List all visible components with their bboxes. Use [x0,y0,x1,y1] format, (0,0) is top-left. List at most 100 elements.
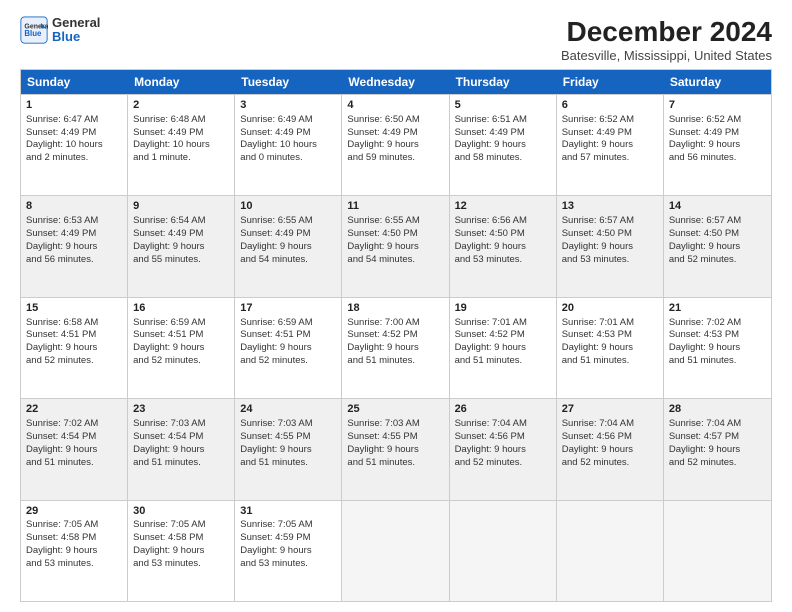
day-info: Sunrise: 6:52 AMSunset: 4:49 PMDaylight:… [562,114,658,165]
calendar-body: 1Sunrise: 6:47 AMSunset: 4:49 PMDaylight… [21,94,771,601]
calendar-cell: 18Sunrise: 7:00 AMSunset: 4:52 PMDayligh… [342,298,449,398]
weekday-header-friday: Friday [557,70,664,94]
calendar-cell: 30Sunrise: 7:05 AMSunset: 4:58 PMDayligh… [128,501,235,601]
day-info: Sunrise: 7:00 AMSunset: 4:52 PMDaylight:… [347,317,443,368]
day-number: 27 [562,402,658,417]
logo-general: General [52,16,100,30]
calendar-cell: 14Sunrise: 6:57 AMSunset: 4:50 PMDayligh… [664,196,771,296]
calendar-header: SundayMondayTuesdayWednesdayThursdayFrid… [21,70,771,94]
day-info: Sunrise: 7:03 AMSunset: 4:55 PMDaylight:… [240,418,336,469]
weekday-header-tuesday: Tuesday [235,70,342,94]
day-info: Sunrise: 7:03 AMSunset: 4:55 PMDaylight:… [347,418,443,469]
logo-blue: Blue [52,30,100,44]
calendar-row-3: 22Sunrise: 7:02 AMSunset: 4:54 PMDayligh… [21,398,771,499]
day-number: 22 [26,402,122,417]
day-number: 25 [347,402,443,417]
day-info: Sunrise: 6:50 AMSunset: 4:49 PMDaylight:… [347,114,443,165]
day-number: 18 [347,301,443,316]
logo-text: General Blue [52,16,100,45]
calendar-cell: 6Sunrise: 6:52 AMSunset: 4:49 PMDaylight… [557,95,664,195]
calendar-cell: 19Sunrise: 7:01 AMSunset: 4:52 PMDayligh… [450,298,557,398]
day-info: Sunrise: 6:55 AMSunset: 4:50 PMDaylight:… [347,215,443,266]
calendar-cell: 28Sunrise: 7:04 AMSunset: 4:57 PMDayligh… [664,399,771,499]
day-number: 21 [669,301,766,316]
calendar-cell: 8Sunrise: 6:53 AMSunset: 4:49 PMDaylight… [21,196,128,296]
day-number: 23 [133,402,229,417]
calendar-cell: 9Sunrise: 6:54 AMSunset: 4:49 PMDaylight… [128,196,235,296]
weekday-header-monday: Monday [128,70,235,94]
calendar-cell: 11Sunrise: 6:55 AMSunset: 4:50 PMDayligh… [342,196,449,296]
logo: General Blue General Blue [20,16,100,45]
day-info: Sunrise: 6:57 AMSunset: 4:50 PMDaylight:… [562,215,658,266]
day-number: 26 [455,402,551,417]
day-number: 16 [133,301,229,316]
calendar-cell [342,501,449,601]
day-number: 2 [133,98,229,113]
day-number: 14 [669,199,766,214]
day-info: Sunrise: 7:05 AMSunset: 4:58 PMDaylight:… [133,519,229,570]
day-info: Sunrise: 7:01 AMSunset: 4:52 PMDaylight:… [455,317,551,368]
day-info: Sunrise: 7:02 AMSunset: 4:53 PMDaylight:… [669,317,766,368]
day-info: Sunrise: 7:04 AMSunset: 4:57 PMDaylight:… [669,418,766,469]
day-number: 20 [562,301,658,316]
calendar-cell: 2Sunrise: 6:48 AMSunset: 4:49 PMDaylight… [128,95,235,195]
day-number: 6 [562,98,658,113]
day-info: Sunrise: 6:56 AMSunset: 4:50 PMDaylight:… [455,215,551,266]
calendar-cell: 31Sunrise: 7:05 AMSunset: 4:59 PMDayligh… [235,501,342,601]
calendar-cell: 20Sunrise: 7:01 AMSunset: 4:53 PMDayligh… [557,298,664,398]
weekday-header-thursday: Thursday [450,70,557,94]
calendar-row-0: 1Sunrise: 6:47 AMSunset: 4:49 PMDaylight… [21,94,771,195]
day-number: 28 [669,402,766,417]
day-info: Sunrise: 6:51 AMSunset: 4:49 PMDaylight:… [455,114,551,165]
day-number: 13 [562,199,658,214]
day-number: 31 [240,504,336,519]
day-info: Sunrise: 6:58 AMSunset: 4:51 PMDaylight:… [26,317,122,368]
calendar-row-4: 29Sunrise: 7:05 AMSunset: 4:58 PMDayligh… [21,500,771,601]
day-number: 8 [26,199,122,214]
day-info: Sunrise: 6:48 AMSunset: 4:49 PMDaylight:… [133,114,229,165]
calendar-cell: 13Sunrise: 6:57 AMSunset: 4:50 PMDayligh… [557,196,664,296]
logo-icon: General Blue [20,16,48,44]
calendar-cell: 7Sunrise: 6:52 AMSunset: 4:49 PMDaylight… [664,95,771,195]
day-number: 3 [240,98,336,113]
calendar-cell: 17Sunrise: 6:59 AMSunset: 4:51 PMDayligh… [235,298,342,398]
calendar-cell: 29Sunrise: 7:05 AMSunset: 4:58 PMDayligh… [21,501,128,601]
calendar-cell: 22Sunrise: 7:02 AMSunset: 4:54 PMDayligh… [21,399,128,499]
day-number: 15 [26,301,122,316]
day-info: Sunrise: 7:02 AMSunset: 4:54 PMDaylight:… [26,418,122,469]
calendar-cell [557,501,664,601]
calendar-cell: 3Sunrise: 6:49 AMSunset: 4:49 PMDaylight… [235,95,342,195]
day-info: Sunrise: 6:52 AMSunset: 4:49 PMDaylight:… [669,114,766,165]
weekday-header-sunday: Sunday [21,70,128,94]
day-info: Sunrise: 6:53 AMSunset: 4:49 PMDaylight:… [26,215,122,266]
calendar-cell: 15Sunrise: 6:58 AMSunset: 4:51 PMDayligh… [21,298,128,398]
day-number: 9 [133,199,229,214]
subtitle: Batesville, Mississippi, United States [561,48,772,63]
day-number: 24 [240,402,336,417]
calendar: SundayMondayTuesdayWednesdayThursdayFrid… [20,69,772,602]
day-info: Sunrise: 6:54 AMSunset: 4:49 PMDaylight:… [133,215,229,266]
calendar-cell: 23Sunrise: 7:03 AMSunset: 4:54 PMDayligh… [128,399,235,499]
day-number: 12 [455,199,551,214]
calendar-cell: 21Sunrise: 7:02 AMSunset: 4:53 PMDayligh… [664,298,771,398]
svg-text:Blue: Blue [24,29,42,38]
day-info: Sunrise: 6:57 AMSunset: 4:50 PMDaylight:… [669,215,766,266]
day-number: 1 [26,98,122,113]
weekday-header-wednesday: Wednesday [342,70,449,94]
day-number: 7 [669,98,766,113]
calendar-cell: 4Sunrise: 6:50 AMSunset: 4:49 PMDaylight… [342,95,449,195]
calendar-cell: 27Sunrise: 7:04 AMSunset: 4:56 PMDayligh… [557,399,664,499]
day-number: 11 [347,199,443,214]
calendar-cell: 26Sunrise: 7:04 AMSunset: 4:56 PMDayligh… [450,399,557,499]
calendar-cell: 12Sunrise: 6:56 AMSunset: 4:50 PMDayligh… [450,196,557,296]
title-block: December 2024 Batesville, Mississippi, U… [561,16,772,63]
day-info: Sunrise: 7:05 AMSunset: 4:58 PMDaylight:… [26,519,122,570]
day-number: 4 [347,98,443,113]
day-info: Sunrise: 7:03 AMSunset: 4:54 PMDaylight:… [133,418,229,469]
main-title: December 2024 [561,16,772,48]
day-number: 5 [455,98,551,113]
day-info: Sunrise: 6:59 AMSunset: 4:51 PMDaylight:… [240,317,336,368]
day-number: 30 [133,504,229,519]
day-info: Sunrise: 6:47 AMSunset: 4:49 PMDaylight:… [26,114,122,165]
weekday-header-saturday: Saturday [664,70,771,94]
